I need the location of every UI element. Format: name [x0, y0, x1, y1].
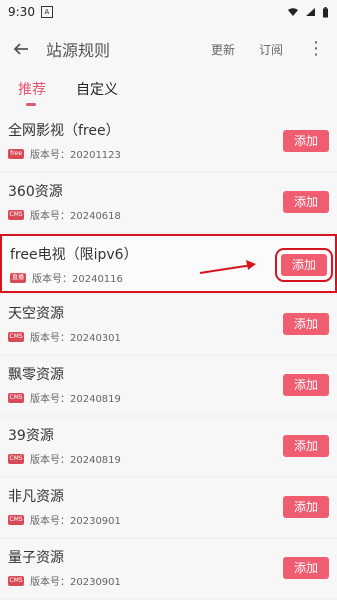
source-name: 全网影视（free） [8, 123, 120, 139]
source-type-badge: CMS [8, 209, 24, 220]
signal-icon [306, 8, 315, 16]
source-name: 天空资源 [8, 306, 64, 322]
app-bar: 站源规则 更新 订阅 ⋮ [0, 24, 337, 74]
list-item: free电视（限ipv6） 直播 版本号：20240116 添加 [0, 234, 337, 293]
add-button[interactable]: 添加 [283, 435, 329, 457]
list-item: 39资源 CMS 版本号：20240819 添加 [0, 417, 337, 476]
source-meta: free 版本号：20201123 [8, 146, 329, 161]
source-version: 版本号：20240819 [30, 455, 121, 466]
source-type-badge: CMS [8, 453, 24, 464]
list-item: 全网影视（free） free 版本号：20201123 添加 [0, 112, 337, 171]
tab-bar: 推荐 自定义 [0, 74, 337, 112]
source-version: 版本号：20230901 [30, 516, 121, 527]
list-item: 飘零资源 CMS 版本号：20240819 添加 [0, 356, 337, 415]
source-version: 版本号：20240618 [30, 211, 121, 222]
wifi-icon [288, 8, 298, 16]
list-item: 天空资源 CMS 版本号：20240301 添加 [0, 295, 337, 354]
add-button[interactable]: 添加 [283, 374, 329, 396]
update-button[interactable]: 更新 [211, 41, 235, 58]
source-name: 360资源 [8, 184, 63, 200]
source-meta: 直播 版本号：20240116 [10, 270, 327, 285]
tab-recommended[interactable]: 推荐 [18, 74, 46, 106]
source-name: 飘零资源 [8, 367, 64, 383]
source-type-badge: 直播 [10, 272, 26, 283]
source-version: 版本号：20230901 [30, 577, 121, 588]
add-button[interactable]: 添加 [283, 313, 329, 335]
source-list: 全网影视（free） free 版本号：20201123 添加 360资源 CM… [0, 112, 337, 600]
back-button[interactable] [12, 40, 30, 58]
source-name: 非凡资源 [8, 489, 64, 505]
back-arrow-icon [13, 43, 28, 55]
source-version: 版本号：20240819 [30, 394, 121, 405]
status-bar: 9:30 A [0, 0, 337, 24]
add-button[interactable]: 添加 [283, 191, 329, 213]
source-type-badge: CMS [8, 575, 24, 586]
more-menu-icon[interactable]: ⋮ [307, 40, 325, 58]
notification-icon: A [40, 6, 53, 18]
source-meta: CMS 版本号：20240618 [8, 207, 329, 222]
source-meta: CMS 版本号：20240301 [8, 329, 329, 344]
source-name: 39资源 [8, 428, 54, 444]
source-meta: CMS 版本号：20240819 [8, 451, 329, 466]
add-button[interactable]: 添加 [283, 130, 329, 152]
add-button[interactable]: 添加 [283, 557, 329, 579]
list-item: 非凡资源 CMS 版本号：20230901 添加 [0, 478, 337, 537]
add-button[interactable]: 添加 [275, 248, 333, 282]
source-version: 版本号：20240116 [32, 274, 123, 285]
source-meta: CMS 版本号：20230901 [8, 512, 329, 527]
source-meta: CMS 版本号：20230901 [8, 573, 329, 588]
list-item: 360资源 CMS 版本号：20240618 添加 [0, 173, 337, 232]
app-bar-actions: 更新 订阅 ⋮ [211, 40, 337, 58]
status-time: 9:30 [8, 5, 35, 19]
source-name: 量子资源 [8, 550, 64, 566]
source-version: 版本号：20201123 [30, 150, 121, 161]
source-name: free电视（限ipv6） [10, 247, 138, 263]
status-left: 9:30 A [8, 5, 53, 19]
source-type-badge: free [8, 148, 24, 159]
subscribe-button[interactable]: 订阅 [259, 41, 283, 58]
source-meta: CMS 版本号：20240819 [8, 390, 329, 405]
add-button[interactable]: 添加 [283, 496, 329, 518]
tab-custom[interactable]: 自定义 [76, 74, 118, 106]
battery-icon [323, 6, 328, 17]
source-type-badge: CMS [8, 392, 24, 403]
source-type-badge: CMS [8, 331, 24, 342]
page-title: 站源规则 [46, 41, 111, 60]
source-version: 版本号：20240301 [30, 333, 121, 344]
list-item: 量子资源 CMS 版本号：20230901 添加 [0, 539, 337, 598]
status-right [287, 6, 329, 18]
source-type-badge: CMS [8, 514, 24, 525]
